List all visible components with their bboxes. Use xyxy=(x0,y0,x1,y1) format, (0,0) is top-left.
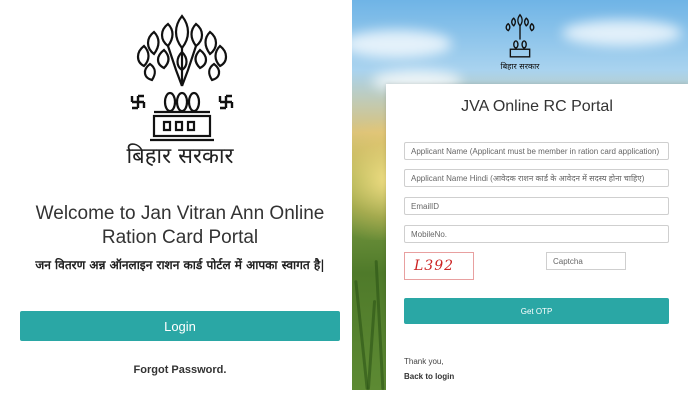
welcome-line-2: Ration Card Portal xyxy=(101,227,259,248)
back-to-login-link[interactable]: Back to login xyxy=(404,372,454,381)
cloud-decoration xyxy=(562,20,682,46)
bihar-emblem-icon xyxy=(124,8,240,153)
email-input[interactable] xyxy=(404,197,669,215)
mobile-input[interactable] xyxy=(404,225,669,243)
government-name-small: बिहार सरकार xyxy=(500,62,540,71)
portal-title: JVA Online RC Portal xyxy=(461,98,613,115)
left-welcome-panel: बिहार सरकार Welcome to Jan Vitran Ann On… xyxy=(0,0,350,398)
crop-stalk-decoration xyxy=(366,300,377,390)
welcome-hindi-text: जन वितरण अन्न ऑनलाइन राशन कार्ड पोर्टल म… xyxy=(35,258,325,272)
forgot-password-link[interactable]: Forgot Password. xyxy=(0,364,360,376)
thank-you-text: Thank you, xyxy=(404,357,444,366)
welcome-heading: Welcome to Jan Vitran Ann Online Ration … xyxy=(0,202,360,250)
registration-card: JVA Online RC Portal L392 Get OTP Thank … xyxy=(386,84,688,390)
government-name: बिहार सरकार xyxy=(126,144,234,169)
right-registration-panel: बिहार सरकार JVA Online RC Portal L392 Ge… xyxy=(352,0,688,390)
cloud-decoration xyxy=(352,30,452,58)
login-button[interactable]: Login xyxy=(20,311,340,341)
captcha-image: L392 xyxy=(404,252,474,280)
bihar-emblem-small-icon xyxy=(498,12,542,62)
crop-stalk-decoration xyxy=(374,260,385,390)
captcha-input[interactable] xyxy=(546,252,626,270)
get-otp-button[interactable]: Get OTP xyxy=(404,298,669,324)
crop-stalk-decoration xyxy=(354,280,369,390)
welcome-line-1: Welcome to Jan Vitran Ann Online xyxy=(35,203,325,224)
applicant-name-hindi-input[interactable] xyxy=(404,169,669,187)
applicant-name-input[interactable] xyxy=(404,142,669,160)
